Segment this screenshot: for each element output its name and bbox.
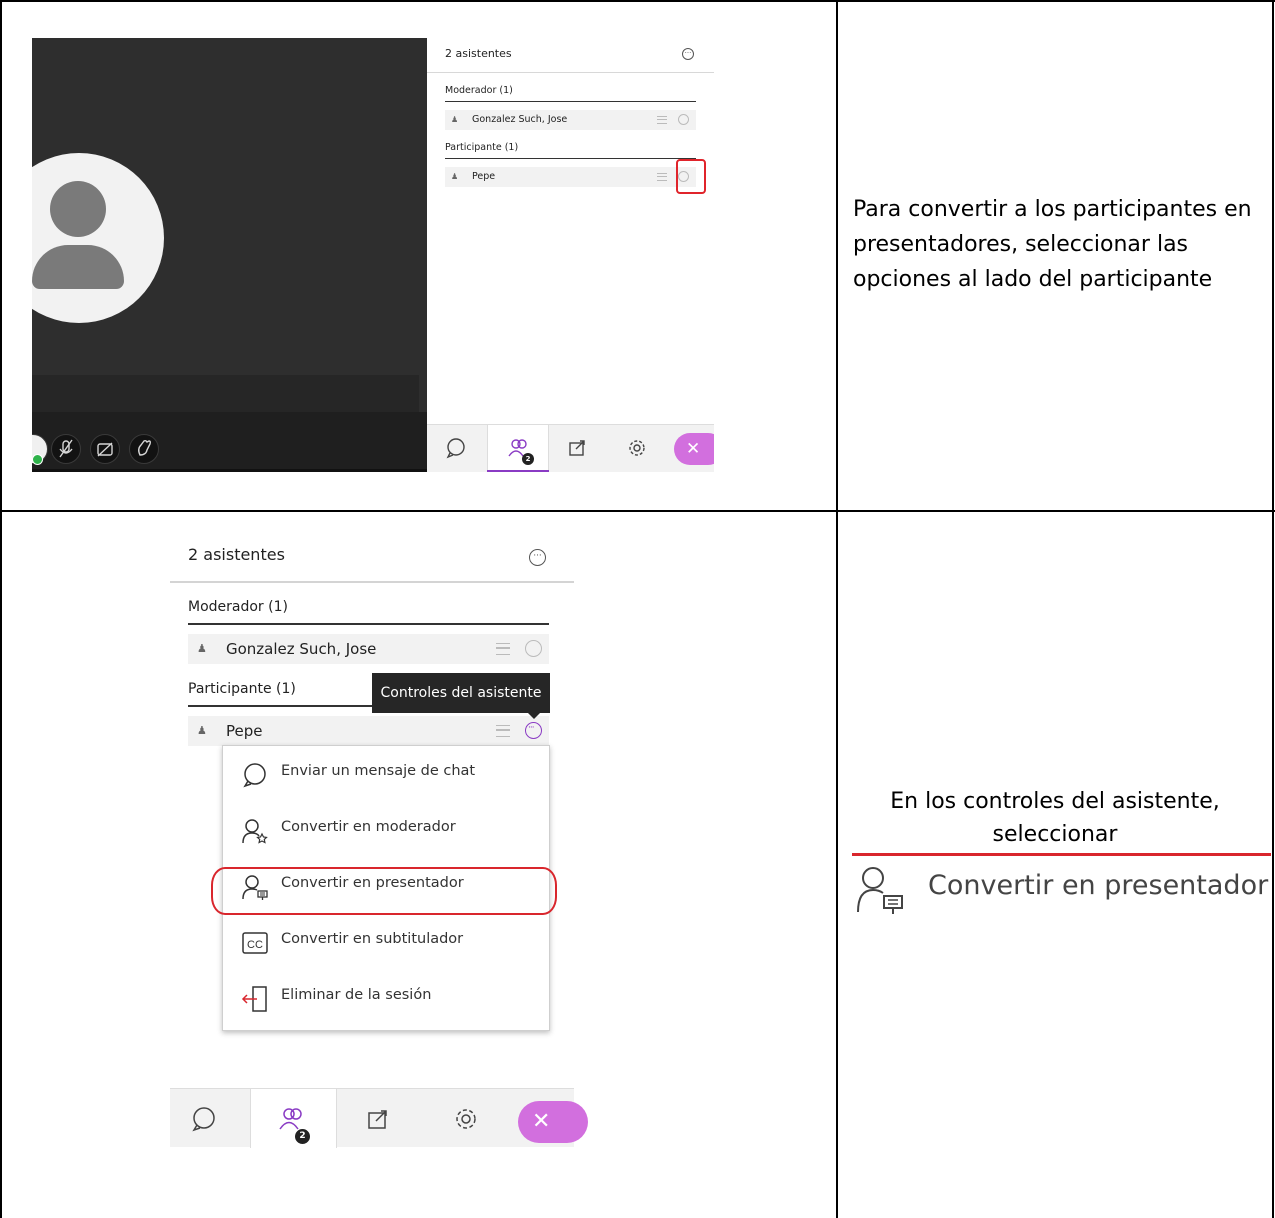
- highlight-option-label: Convertir en presentador: [928, 870, 1269, 901]
- closed-caption-icon: CC: [242, 932, 268, 954]
- collaborate-panel-tabs: 2 ✕: [427, 424, 714, 472]
- chat-icon[interactable]: [188, 1103, 220, 1135]
- section-divider: [445, 158, 696, 159]
- table-border-right: [1272, 0, 1274, 1218]
- step-description-1: Para convertir a los participantes en pr…: [853, 197, 1252, 292]
- table-column-divider: [836, 0, 838, 1218]
- section-heading-participant: Participante (1): [188, 681, 296, 697]
- raise-hand-icon[interactable]: [129, 434, 159, 464]
- menu-item-label: Convertir en moderador: [281, 819, 456, 835]
- list-icon: [496, 725, 510, 737]
- panel-title-divider: [170, 581, 574, 583]
- close-panel-button[interactable]: ✕: [674, 433, 714, 465]
- section-heading-moderator: Moderador (1): [445, 85, 513, 96]
- tooltip: Controles del asistente: [372, 673, 550, 713]
- menu-item-remove-from-session[interactable]: Eliminar de la sesión: [223, 970, 551, 1026]
- screenshot-session-view: 2 asistentes ··· Moderador (1) ♟ Gonzale…: [32, 38, 714, 472]
- avatar: [32, 153, 164, 323]
- chat-bubble-icon: [243, 763, 266, 788]
- step-description-line-1: En los controles del asistente,: [890, 789, 1220, 814]
- settings-gear-icon[interactable]: [624, 435, 650, 461]
- section-heading-participant: Participante (1): [445, 142, 519, 153]
- avatar-head: [50, 181, 106, 237]
- stage-strip: [32, 375, 419, 412]
- menu-item-label: Enviar un mensaje de chat: [281, 763, 476, 779]
- section-divider: [445, 101, 696, 102]
- highlight-ellipse: [211, 867, 557, 915]
- user-presenter-icon: [857, 867, 903, 914]
- active-tab-indicator: [487, 470, 549, 472]
- section-heading-moderator: Moderador (1): [188, 599, 288, 615]
- panel-title: 2 asistentes: [445, 47, 512, 60]
- attendee-count-badge: 2: [522, 453, 534, 465]
- attendee-row[interactable]: ♟ Pepe: [445, 167, 696, 187]
- panel-more-icon[interactable]: ···: [529, 549, 546, 566]
- tooltip-arrow: [528, 713, 540, 719]
- mute-microphone-icon[interactable]: [51, 434, 81, 464]
- panel-title-divider: [427, 72, 714, 73]
- step-description-line-2: seleccionar: [992, 822, 1118, 847]
- menu-item-make-moderator[interactable]: Convertir en moderador: [223, 802, 551, 858]
- avatar-body: [32, 245, 124, 289]
- list-icon: [657, 116, 667, 124]
- attendee-name: Gonzalez Such, Jose: [472, 114, 568, 125]
- list-icon: [496, 643, 510, 655]
- person-icon: ♟: [451, 115, 459, 124]
- online-status-icon: [32, 454, 43, 465]
- table-row-divider: [0, 510, 1275, 512]
- attendee-options-icon[interactable]: [525, 640, 542, 657]
- chat-icon[interactable]: [443, 435, 469, 461]
- step-description-2: En los controles del asistente, seleccio…: [840, 785, 1270, 851]
- collaborate-panel-tabs: 2 ✕: [170, 1088, 588, 1148]
- table-border-top: [0, 0, 1275, 2]
- settings-gear-icon[interactable]: [450, 1103, 482, 1135]
- list-icon: [657, 173, 667, 181]
- panel-more-icon[interactable]: ···: [682, 48, 694, 60]
- person-icon: ♟: [197, 642, 207, 655]
- share-content-icon[interactable]: [564, 435, 590, 461]
- section-divider: [188, 705, 374, 707]
- red-underline: [852, 853, 1271, 856]
- svg-text:CC: CC: [247, 939, 263, 951]
- person-icon: ♟: [451, 172, 459, 181]
- attendee-options-icon[interactable]: [678, 114, 689, 125]
- menu-item-send-chat[interactable]: Enviar un mensaje de chat: [223, 746, 551, 802]
- menu-item-label: Eliminar de la sesión: [281, 987, 432, 1003]
- menu-item-label: Convertir en subtitulador: [281, 931, 464, 947]
- close-panel-button[interactable]: ✕: [518, 1101, 588, 1143]
- attendee-count-badge: 2: [295, 1129, 310, 1144]
- person-icon: ♟: [197, 724, 207, 737]
- attendee-name: Pepe: [226, 722, 263, 740]
- menu-item-make-captioner[interactable]: CC Convertir en subtitulador: [223, 914, 551, 970]
- attendees-panel: 2 asistentes ··· Moderador (1) ♟ Gonzale…: [427, 38, 714, 472]
- exit-door-icon: [241, 986, 267, 1012]
- highlight-box: [676, 159, 706, 194]
- attendee-row[interactable]: ♟ Pepe: [188, 713, 549, 746]
- section-divider: [188, 623, 549, 625]
- screenshot-attendee-controls: 2 asistentes ··· Moderador (1) ♟ Gonzale…: [170, 535, 588, 1148]
- attendee-options-icon[interactable]: [525, 713, 542, 743]
- attendee-name: Pepe: [472, 171, 496, 182]
- video-stage: [32, 38, 427, 472]
- user-star-icon: [242, 819, 268, 844]
- panel-title: 2 asistentes: [188, 545, 285, 564]
- stage-bottom-edge: [32, 469, 427, 472]
- table-border-left: [0, 0, 2, 1218]
- share-content-icon[interactable]: [362, 1103, 394, 1135]
- attendee-row[interactable]: ♟ Gonzalez Such, Jose: [445, 110, 696, 130]
- camera-off-icon[interactable]: [90, 434, 120, 464]
- attendee-row[interactable]: ♟ Gonzalez Such, Jose: [188, 634, 549, 664]
- attendee-name: Gonzalez Such, Jose: [226, 640, 377, 658]
